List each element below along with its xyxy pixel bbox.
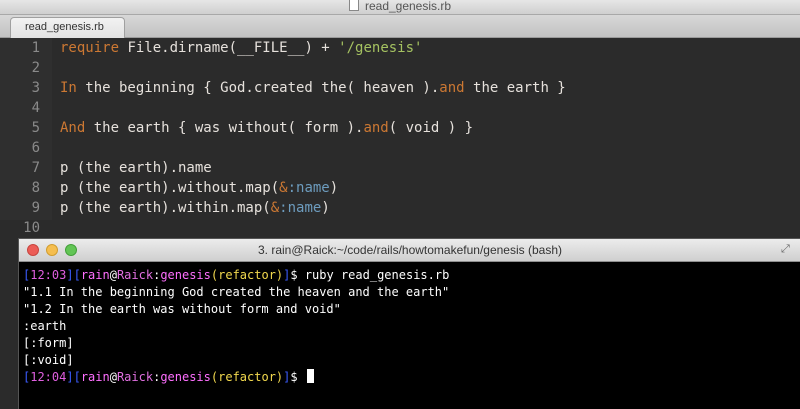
prompt-git-branch: (refactor) [210, 370, 284, 384]
prompt-at: @ [109, 370, 117, 384]
code-text: require File.dirname(__FILE__) + '/genes… [60, 38, 422, 58]
line-number: 5 [31, 120, 40, 136]
code-line[interactable]: 9 p (the earth).within.map(&:name) [0, 198, 800, 218]
code-line[interactable]: 7 p (the earth).name [0, 158, 800, 178]
terminal-prompt-line: [12:03][rain@Raick:genesis(refactor)]$ r… [23, 267, 449, 284]
code-token: p (the earth).within.map( [60, 200, 271, 216]
code-token: '/genesis' [338, 40, 423, 56]
code-token: the earth { was without( form ). [85, 120, 364, 136]
fullscreen-icon[interactable]: ⤢ [781, 243, 793, 255]
terminal-titlebar: 3. rain@Raick:~/code/rails/howtomakefun/… [19, 239, 800, 262]
prompt-git-branch: (refactor) [210, 268, 284, 282]
code-editor[interactable]: 1 require File.dirname(__FILE__) + '/gene… [0, 38, 800, 236]
tab-read-genesis[interactable]: read_genesis.rb [10, 17, 125, 38]
terminal-output-line: :earth [23, 319, 67, 333]
terminal-output-line: [:form] [23, 336, 74, 350]
code-token: ( void ) } [388, 120, 474, 136]
prompt-user: rain [80, 370, 110, 384]
line-number: 1 [31, 40, 40, 56]
prompt-command: $ ruby read_genesis.rb [290, 268, 450, 282]
editor-titlebar: read_genesis.rb [0, 0, 800, 15]
terminal-output-line: [:void] [23, 353, 74, 367]
code-line[interactable]: 8 p (the earth).without.map(&:name) [0, 178, 800, 198]
code-line[interactable]: 4 [0, 98, 800, 118]
code-line[interactable]: 1 require File.dirname(__FILE__) + '/gene… [0, 38, 800, 58]
prompt-host: Raick [116, 268, 154, 282]
line-number: 4 [31, 100, 40, 116]
line-number: 10 [23, 220, 40, 236]
line-number: 3 [31, 80, 40, 96]
code-token: and [363, 120, 389, 136]
line-number: 6 [31, 140, 40, 156]
code-token: In [60, 80, 77, 96]
line-number: 2 [31, 60, 40, 76]
code-token: require [60, 40, 120, 56]
code-token: File.dirname(__FILE__) + [119, 40, 339, 56]
prompt-at: @ [109, 268, 117, 282]
terminal-output-line: "1.1 In the beginning God created the he… [23, 285, 450, 299]
code-line[interactable]: 2 [0, 58, 800, 78]
code-token: :name [279, 200, 322, 216]
editor-window-title: read_genesis.rb [0, 0, 800, 13]
prompt-command: $ [290, 370, 305, 384]
code-text: p (the earth).without.map(&:name) [60, 178, 338, 198]
line-number: 7 [31, 160, 40, 176]
prompt-time: 12:03 [30, 268, 67, 282]
prompt-bracket: ][ [66, 268, 81, 282]
code-text: In the beginning { God.created the( heav… [60, 78, 566, 98]
code-token: ) [321, 200, 330, 216]
code-line[interactable]: 10 [0, 218, 800, 238]
terminal-output-line: "1.2 In the earth was without form and v… [23, 302, 341, 316]
prompt-user: rain [80, 268, 110, 282]
code-token: & [279, 180, 288, 196]
prompt-host: Raick [116, 370, 154, 384]
terminal-window[interactable]: 3. rain@Raick:~/code/rails/howtomakefun/… [18, 238, 800, 409]
prompt-time: 12:04 [30, 370, 67, 384]
code-token: And [60, 120, 86, 136]
code-text: p (the earth).within.map(&:name) [60, 198, 330, 218]
prompt-directory: genesis [160, 268, 211, 282]
code-token: & [270, 200, 280, 216]
code-token: :name [287, 180, 330, 196]
code-token: and [439, 80, 465, 96]
tab-label: read_genesis.rb [25, 21, 104, 33]
code-token: p (the earth).name [60, 160, 212, 176]
editor-tabbar: read_genesis.rb [0, 15, 800, 38]
terminal-prompt-line: [12:04][rain@Raick:genesis(refactor)]$ [23, 369, 314, 386]
code-token: ) [329, 180, 339, 196]
line-number: 9 [31, 200, 40, 216]
code-token: the earth } [464, 80, 566, 96]
code-token: the beginning { God.created the( heaven … [76, 80, 440, 96]
code-line[interactable]: 3 In the beginning { God.created the( hea… [0, 78, 800, 98]
code-line[interactable]: 5 And the earth { was without( form ).and… [0, 118, 800, 138]
line-number: 8 [31, 180, 40, 196]
document-icon [348, 0, 359, 11]
code-token: p (the earth).without.map( [60, 180, 280, 196]
code-text: p (the earth).name [60, 158, 212, 178]
terminal-cursor [306, 369, 314, 383]
code-line[interactable]: 6 [0, 138, 800, 158]
prompt-bracket: ][ [66, 370, 81, 384]
code-text: And the earth { was without( form ).and(… [60, 118, 473, 138]
prompt-directory: genesis [160, 370, 211, 384]
terminal-title: 3. rain@Raick:~/code/rails/howtomakefun/… [258, 243, 562, 257]
